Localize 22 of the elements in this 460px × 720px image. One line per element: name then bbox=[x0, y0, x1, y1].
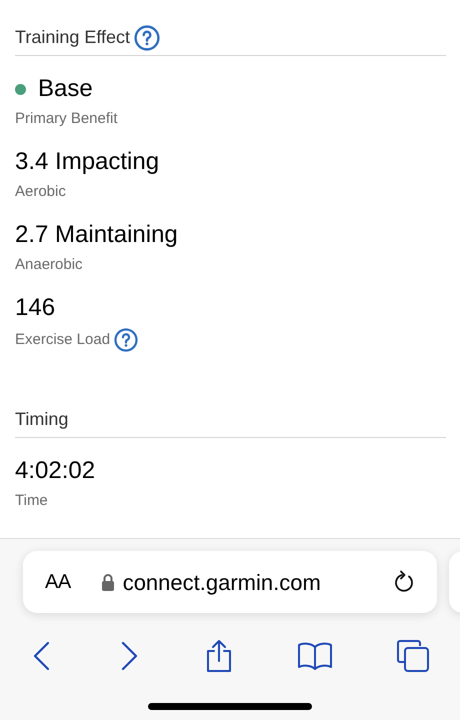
metric-value: 2.7 Maintaining bbox=[15, 220, 178, 250]
reload-icon[interactable] bbox=[393, 570, 415, 594]
metric-label: Aerobic bbox=[15, 182, 66, 202]
lock-icon bbox=[100, 573, 115, 591]
metric-label: Time bbox=[15, 491, 48, 511]
metric-label: Exercise Load bbox=[15, 330, 110, 350]
help-icon[interactable] bbox=[134, 24, 160, 50]
metric-value: Base bbox=[38, 74, 93, 104]
metric-label: Anaerobic bbox=[15, 255, 83, 275]
address-bar[interactable]: AA connect.garmin.com bbox=[23, 551, 437, 613]
url-text: connect.garmin.com bbox=[122, 568, 322, 597]
share-icon[interactable] bbox=[204, 639, 234, 673]
metric-value: 146 bbox=[15, 293, 56, 323]
metric-value: 3.4 Impacting bbox=[15, 147, 160, 177]
section-title: Timing bbox=[15, 408, 68, 431]
section-title: Training Effect bbox=[15, 26, 130, 49]
metric-value: 4:02:02 bbox=[15, 456, 96, 486]
book-icon[interactable] bbox=[297, 641, 333, 671]
help-icon[interactable] bbox=[114, 328, 138, 352]
text-size-button[interactable]: AA bbox=[45, 567, 71, 597]
metric-label: Primary Benefit bbox=[15, 109, 118, 129]
tabs-icon[interactable] bbox=[396, 640, 430, 672]
